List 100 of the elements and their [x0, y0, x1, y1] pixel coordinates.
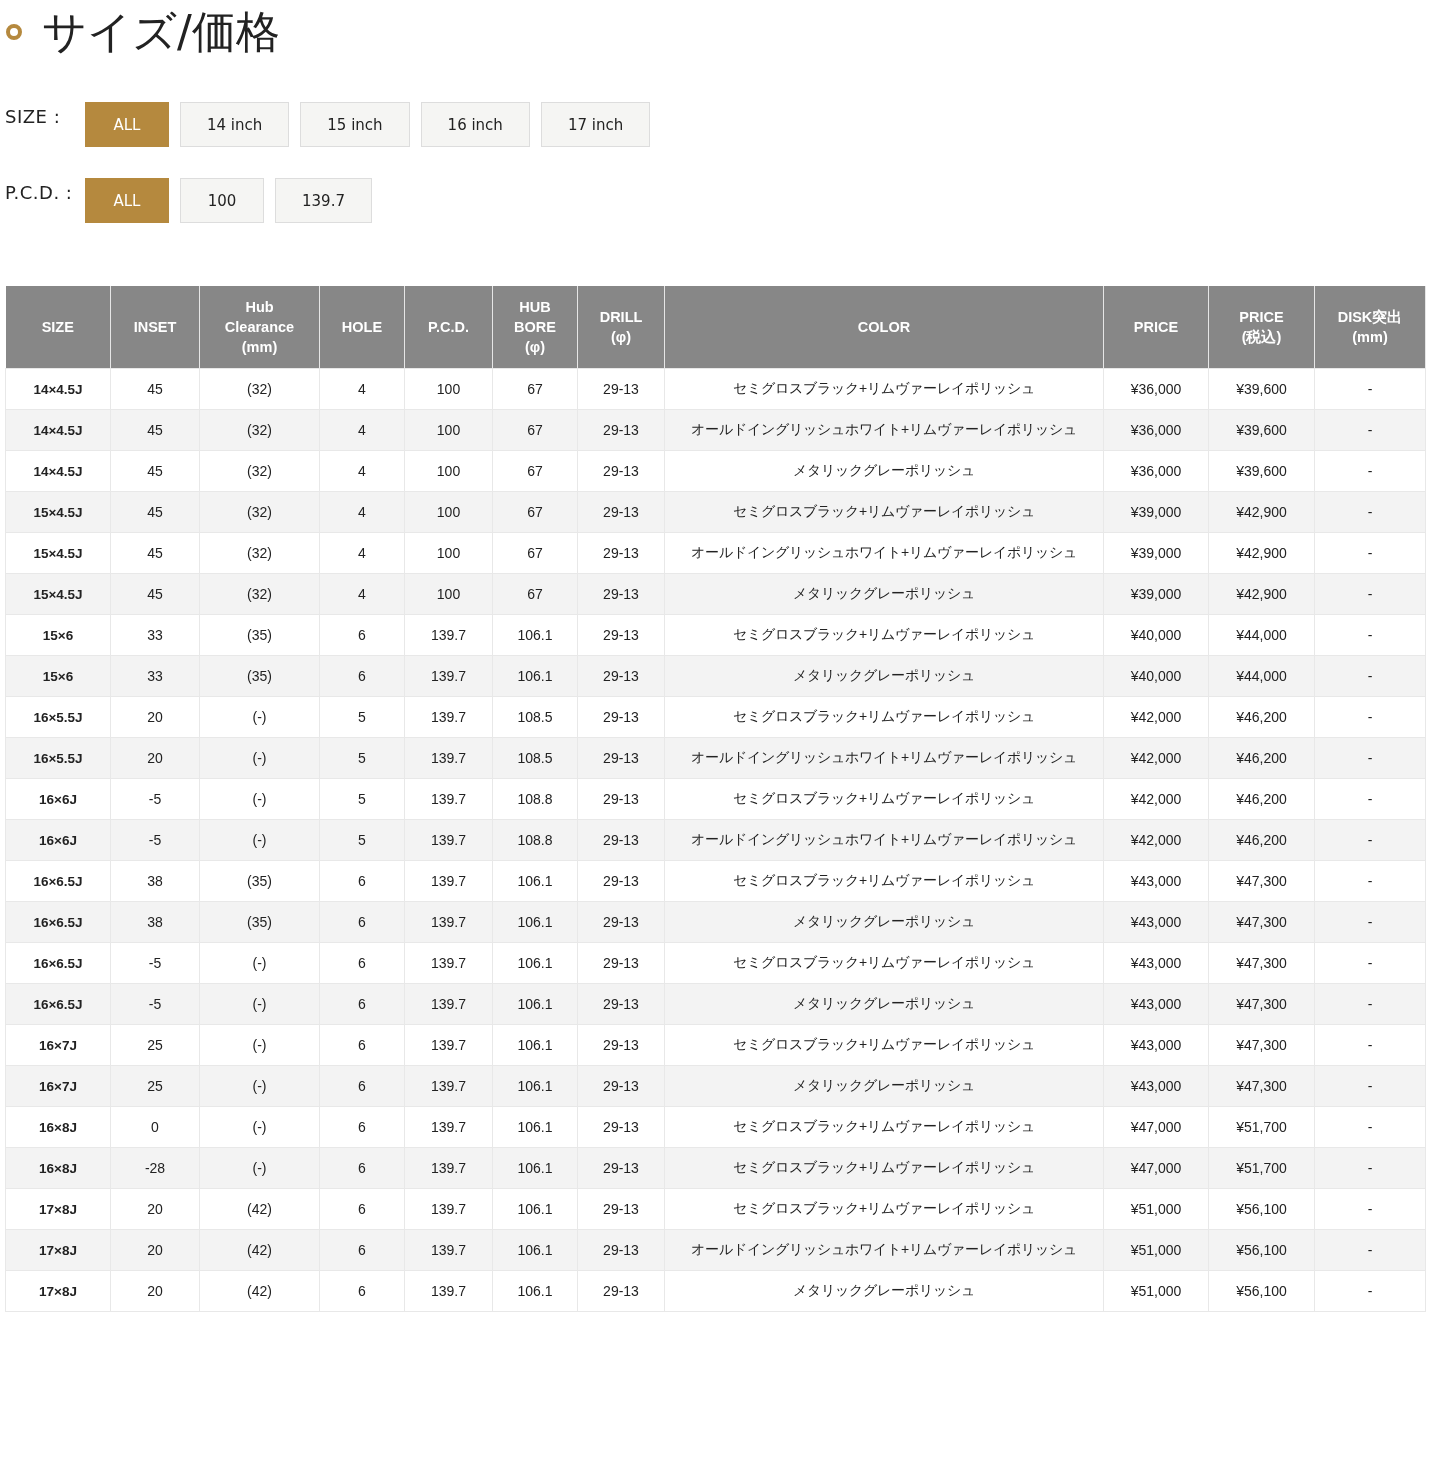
table-cell: ¥43,000 [1103, 1024, 1209, 1066]
table-cell: ¥47,300 [1208, 901, 1315, 943]
filter-button[interactable]: 15 inch [300, 102, 410, 147]
table-cell: セミグロスブラック+リムヴァーレイポリッシュ [664, 1106, 1104, 1148]
table-cell: ¥47,000 [1103, 1106, 1209, 1148]
column-header: PRICE (税込) [1208, 286, 1315, 369]
table-cell: (32) [199, 450, 320, 492]
table-cell: 45 [110, 491, 200, 533]
table-cell: 4 [319, 450, 405, 492]
table-cell: - [1314, 368, 1426, 410]
filter-button[interactable]: 17 inch [540, 102, 651, 147]
table-cell: 5 [319, 819, 405, 861]
table-cell: 29-13 [577, 737, 665, 779]
table-cell: ¥56,100 [1208, 1270, 1315, 1312]
table-cell: 100 [404, 450, 493, 492]
table-cell: (-) [199, 983, 320, 1025]
table-cell: 106.1 [492, 983, 578, 1025]
table-cell: 139.7 [404, 1147, 493, 1189]
table-cell: 29-13 [577, 983, 665, 1025]
table-cell: 139.7 [404, 778, 493, 820]
table-cell: (42) [199, 1229, 320, 1271]
table-cell: 14×4.5J [5, 368, 111, 410]
table-cell: 16×6J [5, 778, 111, 820]
table-cell: 108.5 [492, 696, 578, 738]
table-cell: 29-13 [577, 368, 665, 410]
table-cell: 139.7 [404, 1106, 493, 1148]
table-cell: 139.7 [404, 1270, 493, 1312]
table-cell: メタリックグレーポリッシュ [664, 1065, 1104, 1107]
table-cell: 17×8J [5, 1229, 111, 1271]
table-cell: -5 [110, 983, 200, 1025]
table-cell: 106.1 [492, 1065, 578, 1107]
filter-button[interactable]: 139.7 [275, 178, 372, 223]
table-cell: 5 [319, 696, 405, 738]
column-header: Hub Clearance (mm) [199, 286, 320, 369]
table-cell: 100 [404, 368, 493, 410]
table-cell: ¥47,300 [1208, 1065, 1315, 1107]
table-cell: 139.7 [404, 1229, 493, 1271]
table-cell: 14×4.5J [5, 409, 111, 451]
table-cell: 29-13 [577, 1106, 665, 1148]
table-cell: ¥46,200 [1208, 737, 1315, 779]
table-cell: ¥43,000 [1103, 860, 1209, 902]
table-cell: 100 [404, 532, 493, 574]
table-cell: - [1314, 409, 1426, 451]
table-cell: - [1314, 655, 1426, 697]
table-cell: - [1314, 737, 1426, 779]
filter-button[interactable]: 16 inch [420, 102, 530, 147]
table-cell: 67 [492, 409, 578, 451]
table-cell: セミグロスブラック+リムヴァーレイポリッシュ [664, 696, 1104, 738]
table-cell: セミグロスブラック+リムヴァーレイポリッシュ [664, 368, 1104, 410]
table-cell: ¥40,000 [1103, 614, 1209, 656]
table-cell: 139.7 [404, 614, 493, 656]
filter-button[interactable]: 14 inch [180, 102, 290, 147]
table-cell: 6 [319, 1147, 405, 1189]
table-cell: - [1314, 532, 1426, 574]
table-cell: -5 [110, 778, 200, 820]
table-cell: (32) [199, 532, 320, 574]
table-cell: 139.7 [404, 655, 493, 697]
table-cell: 20 [110, 1229, 200, 1271]
table-cell: ¥42,900 [1208, 491, 1315, 533]
table-cell: ¥36,000 [1103, 368, 1209, 410]
table-cell: ¥43,000 [1103, 1065, 1209, 1107]
table-cell: 106.1 [492, 1147, 578, 1189]
column-header: HUB BORE (φ) [492, 286, 578, 369]
table-cell: 108.8 [492, 778, 578, 820]
table-cell: 67 [492, 573, 578, 615]
table-cell: 106.1 [492, 655, 578, 697]
table-cell: 4 [319, 573, 405, 615]
table-cell: 100 [404, 491, 493, 533]
table-cell: 45 [110, 532, 200, 574]
table-cell: - [1314, 491, 1426, 533]
column-header: SIZE [5, 286, 111, 369]
table-cell: メタリックグレーポリッシュ [664, 573, 1104, 615]
table-cell: 139.7 [404, 860, 493, 902]
table-cell: ¥47,300 [1208, 860, 1315, 902]
table-cell: - [1314, 1065, 1426, 1107]
table-cell: セミグロスブラック+リムヴァーレイポリッシュ [664, 778, 1104, 820]
table-cell: オールドイングリッシュホワイト+リムヴァーレイポリッシュ [664, 737, 1104, 779]
table-cell: 139.7 [404, 819, 493, 861]
table-cell: ¥47,000 [1103, 1147, 1209, 1189]
table-cell: 139.7 [404, 1188, 493, 1230]
table-cell: (32) [199, 491, 320, 533]
table-cell: ¥56,100 [1208, 1229, 1315, 1271]
filter-button[interactable]: 100 [180, 178, 264, 223]
table-cell: 29-13 [577, 942, 665, 984]
table-cell: 29-13 [577, 901, 665, 943]
table-cell: 6 [319, 655, 405, 697]
table-cell: (-) [199, 1147, 320, 1189]
table-cell: ¥42,000 [1103, 778, 1209, 820]
table-cell: 5 [319, 778, 405, 820]
table-cell: (35) [199, 860, 320, 902]
table-cell: 29-13 [577, 1188, 665, 1230]
table-cell: メタリックグレーポリッシュ [664, 983, 1104, 1025]
table-cell: 6 [319, 1270, 405, 1312]
table-cell: 17×8J [5, 1188, 111, 1230]
table-cell: 16×5.5J [5, 696, 111, 738]
table-cell: - [1314, 901, 1426, 943]
column-header: P.C.D. [404, 286, 493, 369]
table-cell: セミグロスブラック+リムヴァーレイポリッシュ [664, 1188, 1104, 1230]
table-cell: 6 [319, 614, 405, 656]
table-cell: オールドイングリッシュホワイト+リムヴァーレイポリッシュ [664, 532, 1104, 574]
